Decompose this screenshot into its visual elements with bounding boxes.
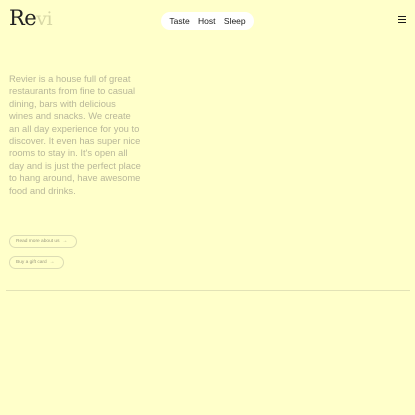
nav-item-taste[interactable]: Taste (169, 16, 189, 26)
main-nav: Taste Host Sleep (161, 12, 254, 30)
logo[interactable]: Re vi (9, 6, 53, 30)
menu-line (398, 22, 406, 23)
menu-line (398, 19, 406, 20)
gift-card-label: Buy a gift card (16, 260, 47, 265)
nav-item-sleep[interactable]: Sleep (224, 16, 246, 26)
section-divider (6, 290, 410, 291)
logo-ghost-text: vi (36, 8, 53, 30)
arrow-right-icon: → (62, 239, 68, 244)
read-more-label: Read more about us (16, 239, 60, 244)
arrow-right-icon: → (49, 260, 55, 265)
hamburger-menu-icon[interactable] (398, 16, 406, 23)
nav-item-host[interactable]: Host (198, 16, 215, 26)
buy-gift-card-button[interactable]: Buy a gift card → (9, 256, 64, 269)
menu-line (398, 16, 406, 17)
logo-text: Re (9, 6, 37, 30)
read-more-about-button[interactable]: Read more about us → (9, 235, 77, 248)
intro-text: Revier is a house full of great restaura… (9, 73, 141, 196)
